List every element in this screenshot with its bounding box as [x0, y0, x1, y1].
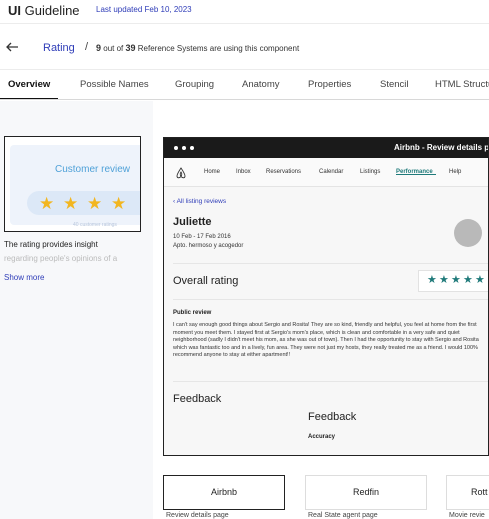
- description-text-faded: regarding people's opinions of a: [4, 254, 118, 263]
- nav-reservations: Reservations: [266, 169, 302, 175]
- arrow-left-icon[interactable]: [4, 39, 20, 55]
- nav-calendar: Calendar: [319, 169, 344, 175]
- airbnb-logo-icon: [176, 167, 186, 179]
- card-subtitle: Movie revie: [449, 512, 485, 519]
- window-title-bar: Airbnb - Review details p: [164, 138, 489, 158]
- card-title: Rott: [471, 487, 488, 497]
- ref-count-number: 9: [96, 43, 102, 53]
- star-icon: ★: [451, 274, 461, 286]
- star-icon: ★: [475, 274, 485, 286]
- tab-possible-names[interactable]: Possible Names: [80, 79, 149, 90]
- stay-dates: 10 Feb - 17 Feb 2016: [173, 234, 231, 240]
- active-tab-indicator: [0, 98, 58, 99]
- ref-count-total: 39: [125, 43, 136, 53]
- window-dot: [174, 146, 178, 150]
- nav-inbox: Inbox: [236, 169, 251, 175]
- window-dot: [182, 146, 186, 150]
- divider: [173, 263, 488, 264]
- tab-html-structure[interactable]: HTML Structu: [435, 79, 489, 90]
- nav-help: Help: [449, 169, 462, 175]
- tab-grouping[interactable]: Grouping: [175, 79, 214, 90]
- star-icon: ★: [39, 194, 55, 213]
- thumbnail-footer: 40 customer ratings: [73, 222, 117, 228]
- star-icon: ★: [87, 194, 103, 213]
- top-bar: UI Guideline Last updated Feb 10, 2023: [0, 0, 489, 24]
- breadcrumb: Rating / 9 out of 39 Reference Systems a…: [0, 24, 489, 70]
- brand-logo[interactable]: UI Guideline: [8, 3, 80, 18]
- listing-name: Apto. hermoso y acogedor: [173, 243, 244, 249]
- last-updated: Last updated Feb 10, 2023: [96, 5, 192, 14]
- card-subtitle: Real State agent page: [308, 512, 378, 519]
- nav-home: Home: [204, 169, 221, 175]
- tab-anatomy[interactable]: Anatomy: [242, 79, 280, 90]
- all-listing-reviews-link: ‹ All listing reviews: [173, 198, 227, 205]
- accuracy-label: Accuracy: [308, 434, 336, 440]
- reference-card-rotten[interactable]: Rott: [446, 475, 489, 510]
- half-star-icon: ★: [111, 194, 127, 213]
- ref-count-outof: out of: [103, 44, 124, 53]
- nav-active-indicator: [396, 174, 436, 175]
- show-more-link[interactable]: Show more: [4, 273, 44, 282]
- divider: [173, 381, 488, 382]
- brand-bold: UI: [8, 3, 21, 18]
- card-title: Airbnb: [210, 487, 237, 497]
- star-rating: ★ ★ ★ ★ ★: [418, 270, 488, 292]
- window-dot: [190, 146, 194, 150]
- guest-name: Juliette: [173, 216, 212, 228]
- star-icon: ★: [427, 274, 437, 286]
- page-title[interactable]: Rating: [43, 42, 75, 54]
- airbnb-nav: Home Inbox Reservations Calendar Listing…: [164, 158, 488, 187]
- ref-count-suffix: Reference Systems are using this compone…: [137, 44, 300, 53]
- star-icon: ★: [439, 274, 449, 286]
- tab-properties[interactable]: Properties: [308, 79, 351, 90]
- reference-screenshot[interactable]: Airbnb - Review details p Home Inbox Res…: [163, 137, 489, 456]
- thumbnail-title: Customer review: [55, 164, 131, 175]
- breadcrumb-separator: /: [85, 41, 89, 53]
- star-icon: ★: [63, 194, 79, 213]
- public-review-text: I can't say enough good things about Ser…: [173, 322, 479, 359]
- feedback-heading: Feedback: [173, 393, 222, 405]
- tab-bar: Overview Possible Names Grouping Anatomy…: [0, 70, 489, 100]
- description-text: The rating provides insight: [4, 240, 98, 249]
- window-title: Airbnb - Review details p: [394, 143, 489, 152]
- overall-rating-label: Overall rating: [173, 275, 239, 287]
- divider: [173, 299, 488, 300]
- public-review-label: Public review: [173, 310, 212, 316]
- reference-count: 9 out of 39 Reference Systems are using …: [96, 43, 299, 53]
- component-thumbnail[interactable]: Customer review ★ ★ ★ ★ 40 customer rati…: [4, 136, 141, 232]
- reference-card-airbnb[interactable]: Airbnb: [163, 475, 285, 510]
- feedback-subheading: Feedback: [308, 411, 357, 423]
- star-icon: ★: [463, 274, 473, 286]
- tab-overview[interactable]: Overview: [8, 79, 50, 90]
- tab-stencil[interactable]: Stencil: [380, 79, 409, 90]
- card-subtitle: Review details page: [166, 512, 229, 519]
- reference-card-redfin[interactable]: Redfin: [305, 475, 427, 510]
- brand-rest: Guideline: [21, 3, 80, 18]
- nav-listings: Listings: [360, 169, 381, 175]
- all-listing-label: All listing reviews: [176, 198, 227, 205]
- thumbnail-stars: ★ ★ ★ ★: [27, 191, 140, 215]
- card-title: Redfin: [352, 487, 379, 497]
- avatar: [454, 219, 482, 247]
